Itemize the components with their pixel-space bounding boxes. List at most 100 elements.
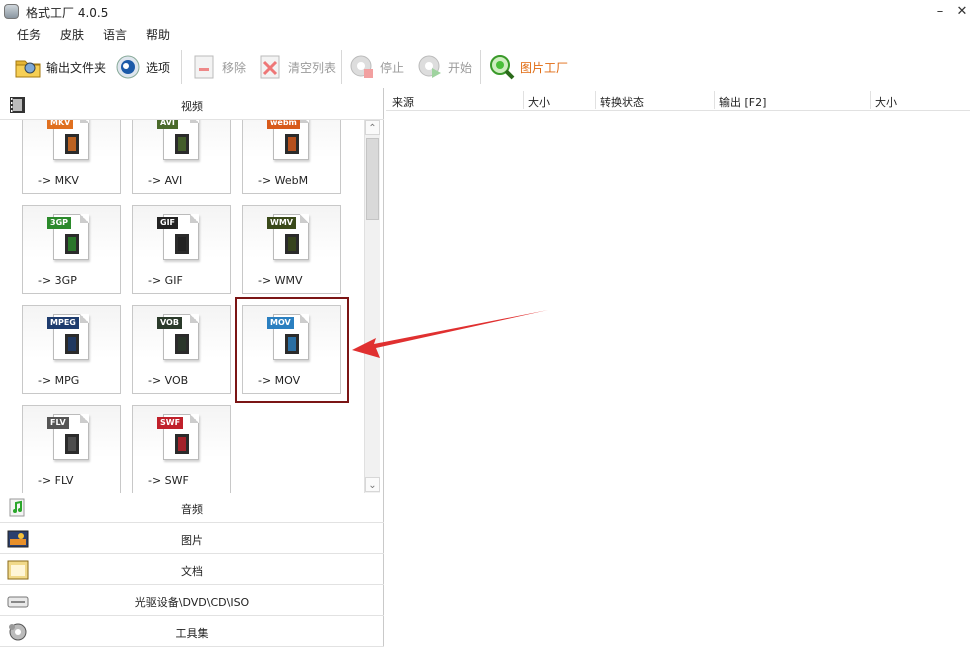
scroll-down-icon[interactable]: ⌄ bbox=[365, 477, 380, 492]
film-strip-icon bbox=[65, 234, 79, 254]
menu-help[interactable]: 帮助 bbox=[146, 26, 170, 46]
format-tile-swf[interactable]: SWF -> SWF bbox=[132, 405, 231, 493]
column-output[interactable]: 输出 [F2] bbox=[719, 94, 766, 110]
start-icon bbox=[416, 54, 444, 80]
stop-label: 停止 bbox=[380, 60, 405, 75]
menu-task[interactable]: 任务 bbox=[17, 26, 41, 46]
column-size[interactable]: 大小 bbox=[528, 94, 550, 110]
format-tile-mkv[interactable]: MKV -> MKV bbox=[22, 120, 121, 194]
stop-icon bbox=[348, 54, 376, 80]
category-video-label: 视频 bbox=[181, 100, 203, 113]
format-tile-avi[interactable]: AVI -> AVI bbox=[132, 120, 231, 194]
mov-highlight-box bbox=[235, 297, 349, 403]
format-badge: VOB bbox=[157, 317, 182, 329]
picture-factory-button[interactable]: 图片工厂 bbox=[488, 54, 568, 80]
film-strip-icon bbox=[175, 334, 189, 354]
film-strip-icon bbox=[285, 234, 299, 254]
clear-list-icon bbox=[256, 54, 284, 80]
format-tile-label: -> MKV bbox=[38, 174, 79, 187]
format-tile-mpeg[interactable]: MPEG -> MPG bbox=[22, 305, 121, 394]
remove-doc-icon bbox=[190, 54, 218, 80]
column-status[interactable]: 转换状态 bbox=[600, 94, 644, 110]
format-grid-scrollbar[interactable]: ⌃ ⌄ bbox=[364, 120, 380, 493]
start-label: 开始 bbox=[448, 60, 473, 75]
format-tile-label: -> 3GP bbox=[38, 274, 77, 287]
start-button[interactable]: 开始 bbox=[416, 54, 472, 80]
picture-factory-label: 图片工厂 bbox=[520, 60, 569, 75]
film-strip-icon bbox=[285, 134, 299, 154]
scroll-thumb[interactable] bbox=[366, 138, 379, 220]
format-tile-label: -> MPG bbox=[38, 374, 80, 387]
options-button[interactable]: 选项 bbox=[114, 54, 170, 80]
film-strip-icon bbox=[175, 234, 189, 254]
remove-button[interactable]: 移除 bbox=[190, 54, 246, 80]
format-badge: 3GP bbox=[47, 217, 71, 229]
column-divider bbox=[595, 91, 596, 109]
format-tile-label: -> VOB bbox=[148, 374, 189, 387]
toolbar: 输出文件夹 选项 移除 清空列表 停止 开始 图片工厂 bbox=[0, 48, 970, 86]
category-image[interactable]: 图片 bbox=[0, 524, 384, 554]
film-strip-icon bbox=[175, 434, 189, 454]
format-badge: MKV bbox=[47, 120, 74, 129]
category-document[interactable]: 文档 bbox=[0, 555, 384, 585]
output-folder-label: 输出文件夹 bbox=[46, 60, 107, 75]
menu-skin[interactable]: 皮肤 bbox=[60, 26, 84, 46]
format-tile-vob[interactable]: VOB -> VOB bbox=[132, 305, 231, 394]
output-folder-button[interactable]: 输出文件夹 bbox=[14, 54, 106, 80]
category-optical-label: 光驱设备\DVD\CD\ISO bbox=[134, 596, 250, 609]
magnifier-icon bbox=[488, 54, 516, 80]
category-video[interactable]: 视频 bbox=[0, 90, 384, 120]
format-badge: GIF bbox=[157, 217, 179, 229]
menu-bar: 任务 皮肤 语言 帮助 bbox=[8, 26, 180, 46]
format-badge: MPEG bbox=[47, 317, 79, 329]
scroll-up-icon[interactable]: ⌃ bbox=[365, 120, 380, 135]
minimize-icon[interactable]: – bbox=[932, 4, 948, 20]
film-strip-icon bbox=[65, 134, 79, 154]
options-label: 选项 bbox=[146, 60, 171, 75]
toolbar-divider bbox=[341, 50, 342, 84]
format-badge: webm bbox=[267, 120, 300, 129]
category-optical[interactable]: 光驱设备\DVD\CD\ISO bbox=[0, 586, 384, 616]
film-strip-icon bbox=[65, 434, 79, 454]
format-badge: WMV bbox=[267, 217, 296, 229]
format-tile-label: -> WebM bbox=[258, 174, 309, 187]
column-divider bbox=[523, 91, 524, 109]
stop-button[interactable]: 停止 bbox=[348, 54, 404, 80]
format-tile-wmv[interactable]: WMV -> WMV bbox=[242, 205, 341, 294]
clear-list-label: 清空列表 bbox=[288, 60, 337, 75]
task-list-header: 来源 大小 转换状态 输出 [F2] 大小 bbox=[386, 89, 970, 111]
format-badge: AVI bbox=[157, 120, 178, 129]
column-divider bbox=[714, 91, 715, 109]
format-badge: FLV bbox=[47, 417, 69, 429]
category-audio-label: 音频 bbox=[181, 503, 203, 516]
format-tile-flv[interactable]: FLV -> FLV bbox=[22, 405, 121, 493]
menu-language[interactable]: 语言 bbox=[103, 26, 127, 46]
format-badge: SWF bbox=[157, 417, 184, 429]
category-audio[interactable]: 音频 bbox=[0, 493, 384, 523]
clear-list-button[interactable]: 清空列表 bbox=[256, 54, 336, 80]
format-tile-3gp[interactable]: 3GP -> 3GP bbox=[22, 205, 121, 294]
title-bar: 格式工厂 4.0.5 – ✕ bbox=[0, 0, 970, 24]
column-output-size[interactable]: 大小 bbox=[875, 94, 897, 110]
close-icon[interactable]: ✕ bbox=[954, 4, 970, 20]
window-title: 格式工厂 4.0.5 bbox=[26, 6, 109, 20]
format-tile-label: -> FLV bbox=[38, 474, 74, 487]
task-list: 来源 大小 转换状态 输出 [F2] 大小 bbox=[386, 88, 970, 647]
film-strip-icon bbox=[65, 334, 79, 354]
format-tile-label: -> WMV bbox=[258, 274, 303, 287]
format-tile-label: -> SWF bbox=[148, 474, 189, 487]
film-strip-icon bbox=[175, 134, 189, 154]
remove-label: 移除 bbox=[222, 60, 247, 75]
format-tile-label: -> GIF bbox=[148, 274, 183, 287]
category-document-label: 文档 bbox=[181, 565, 203, 578]
column-source[interactable]: 来源 bbox=[392, 94, 414, 110]
category-tools[interactable]: 工具集 bbox=[0, 617, 384, 647]
format-tile-label: -> AVI bbox=[148, 174, 183, 187]
toolbar-divider bbox=[480, 50, 481, 84]
format-tile-webm[interactable]: webm -> WebM bbox=[242, 120, 341, 194]
format-tile-gif[interactable]: GIF -> GIF bbox=[132, 205, 231, 294]
column-divider bbox=[870, 91, 871, 109]
app-icon bbox=[4, 4, 19, 19]
category-image-label: 图片 bbox=[181, 534, 203, 547]
category-tools-label: 工具集 bbox=[175, 627, 209, 640]
